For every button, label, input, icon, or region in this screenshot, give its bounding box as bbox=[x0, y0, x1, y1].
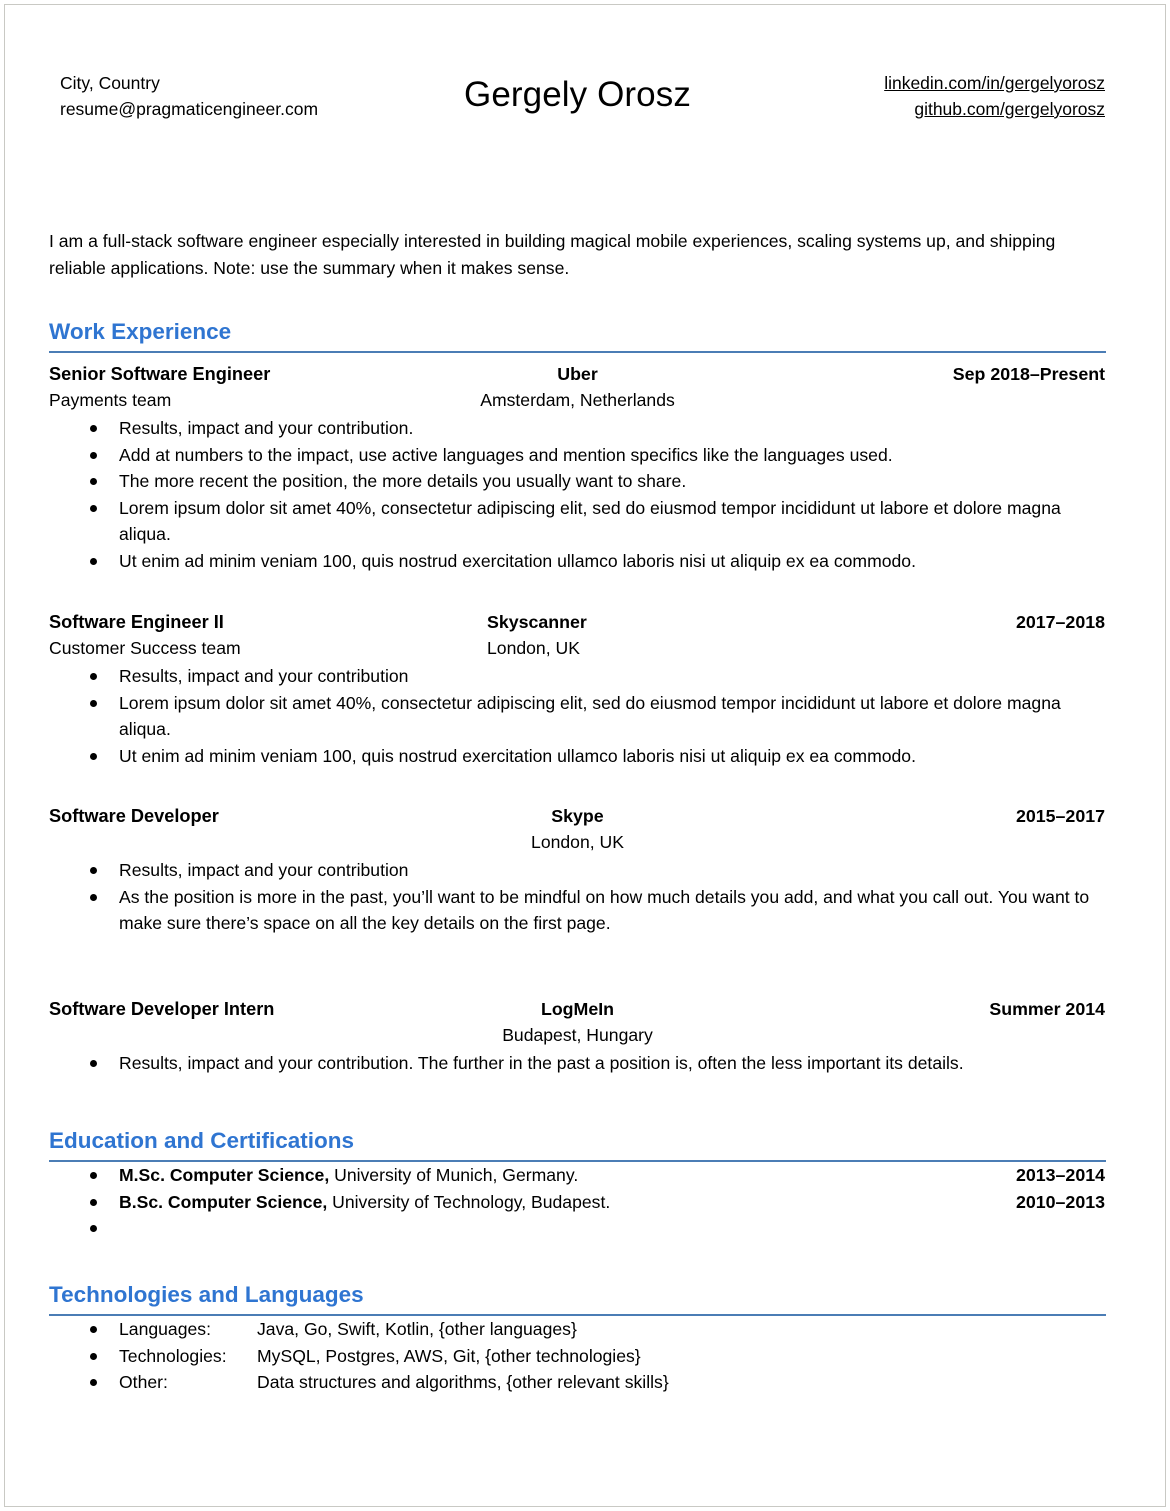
resume-header: City, Country resume@pragmaticengineer.c… bbox=[49, 0, 1106, 152]
bullet-text: Lorem ipsum dolor sit amet 40%, consecte… bbox=[119, 497, 1061, 545]
job-dates: Sep 2018–Present bbox=[952, 364, 1105, 384]
bullet-text: Add at numbers to the impact, use active… bbox=[119, 444, 893, 465]
job-location: London, UK bbox=[531, 832, 624, 852]
bullet-dot-icon bbox=[90, 425, 97, 432]
education-institution: University of Munich, Germany. bbox=[329, 1165, 579, 1185]
bullet-text: Results, impact and your contribution. T… bbox=[119, 1052, 964, 1073]
bullet-dot-icon bbox=[90, 673, 97, 680]
section-title-technologies: Technologies and Languages bbox=[49, 1282, 364, 1307]
list-item: Lorem ipsum dolor sit amet 40%, consecte… bbox=[49, 495, 1106, 548]
job-dates: 2015–2017 bbox=[1015, 806, 1105, 826]
section-title-work: Work Experience bbox=[49, 319, 232, 344]
list-item: Languages: Java, Go, Swift, Kotlin, {othe… bbox=[49, 1316, 1106, 1343]
bullet-dot-icon bbox=[90, 478, 97, 485]
technology-label: Technologies: bbox=[119, 1345, 227, 1366]
list-item: Results, impact and your contribution. bbox=[49, 415, 1106, 442]
technology-value: Data structures and algorithms, {other r… bbox=[257, 1372, 669, 1392]
job-bullet-list: Results, impact and your contribution. A… bbox=[49, 415, 1106, 574]
bullet-text: Results, impact and your contribution bbox=[119, 860, 409, 880]
technology-label: Languages: bbox=[119, 1319, 211, 1339]
bullet-dot-icon bbox=[90, 1379, 97, 1386]
job-location: London, UK bbox=[487, 638, 580, 658]
bullet-dot-icon bbox=[90, 752, 97, 760]
job-company: Skype bbox=[551, 806, 604, 826]
bullet-dot-icon bbox=[90, 893, 97, 901]
job-dates: Summer 2014 bbox=[989, 998, 1105, 1019]
education-degree: M.Sc. Computer Science, bbox=[119, 1165, 330, 1185]
bullet-dot-icon bbox=[90, 504, 97, 512]
summary-paragraph: I am a full-stack software engineer espe… bbox=[49, 231, 1056, 278]
job-subtitle: Customer Success team bbox=[49, 638, 241, 658]
bullet-dot-icon bbox=[90, 1198, 97, 1206]
job-entry: Software Developer Intern LogMeIn Summer… bbox=[49, 999, 1106, 1077]
list-item: The more recent the position, the more d… bbox=[49, 468, 1106, 495]
job-company: Skyscanner bbox=[487, 612, 587, 632]
list-item: M.Sc. Computer Science, University of Mu… bbox=[49, 1162, 1106, 1189]
job-location: Amsterdam, Netherlands bbox=[480, 390, 675, 410]
section-title-education: Education and Certifications bbox=[49, 1128, 355, 1153]
job-dates: 2017–2018 bbox=[1015, 612, 1105, 632]
bullet-text: Results, impact and your contribution. bbox=[119, 418, 414, 438]
bullet-dot-icon bbox=[90, 1172, 97, 1179]
education-degree: B.Sc. Computer Science, bbox=[119, 1191, 328, 1212]
list-item: Add at numbers to the impact, use active… bbox=[49, 442, 1106, 469]
bullet-dot-icon bbox=[90, 557, 97, 565]
technology-label: Other: bbox=[119, 1372, 168, 1392]
contact-block-right: linkedin.com/in/gergelyorosz github.com/… bbox=[884, 70, 1105, 122]
section-technologies: Technologies and Languages Languages: Jav… bbox=[49, 1280, 1106, 1396]
bullet-text: The more recent the position, the more d… bbox=[119, 471, 687, 491]
bullet-text: As the position is more in the past, you… bbox=[119, 886, 1090, 934]
job-company: Uber bbox=[557, 364, 598, 384]
education-dates: 2010–2013 bbox=[1015, 1191, 1105, 1212]
bullet-dot-icon bbox=[90, 1225, 97, 1232]
list-item: As the position is more in the past, you… bbox=[49, 884, 1106, 937]
job-bullet-list: Results, impact and your contribution As… bbox=[49, 857, 1106, 937]
bullet-text: Ut enim ad minim veniam 100, quis nostru… bbox=[119, 745, 916, 766]
job-entry: Senior Software Engineer Uber Sep 2018–P… bbox=[49, 364, 1106, 574]
bullet-dot-icon bbox=[90, 1352, 97, 1360]
list-item: Technologies: MySQL, Postgres, AWS, Git, … bbox=[49, 1343, 1106, 1370]
github-link[interactable]: github.com/gergelyorosz bbox=[884, 96, 1105, 122]
job-bullet-list: Results, impact and your contribution Lo… bbox=[49, 663, 1106, 769]
bullet-dot-icon bbox=[90, 1059, 97, 1067]
section-divider bbox=[49, 351, 1106, 353]
list-item: Ut enim ad minim veniam 100, quis nostru… bbox=[49, 548, 1106, 575]
section-work-experience: Work Experience Senior Software Engineer… bbox=[49, 317, 1106, 1076]
bullet-dot-icon bbox=[90, 1326, 97, 1333]
list-item bbox=[49, 1215, 1106, 1242]
technology-value: Java, Go, Swift, Kotlin, {other language… bbox=[257, 1319, 577, 1339]
job-bullet-list: Results, impact and your contribution. T… bbox=[49, 1050, 1106, 1077]
job-entry: Software Engineer II Skyscanner 2017–201… bbox=[49, 612, 1106, 769]
technology-value: MySQL, Postgres, AWS, Git, {other techno… bbox=[257, 1345, 641, 1366]
bullet-text: Lorem ipsum dolor sit amet 40%, consecte… bbox=[119, 692, 1061, 740]
education-list: M.Sc. Computer Science, University of Mu… bbox=[49, 1162, 1106, 1242]
job-location: Budapest, Hungary bbox=[502, 1024, 653, 1045]
list-item: Lorem ipsum dolor sit amet 40%, consecte… bbox=[49, 690, 1106, 743]
job-entry: Software Developer Skype 2015–2017 Londo… bbox=[49, 806, 1106, 937]
bullet-text: Ut enim ad minim veniam 100, quis nostru… bbox=[119, 550, 916, 571]
technologies-list: Languages: Java, Go, Swift, Kotlin, {othe… bbox=[49, 1316, 1106, 1396]
bullet-dot-icon bbox=[90, 451, 97, 459]
section-education: Education and Certifications M.Sc. Compu… bbox=[49, 1126, 1106, 1242]
education-dates: 2013–2014 bbox=[1015, 1165, 1105, 1185]
education-institution: University of Technology, Budapest. bbox=[327, 1191, 611, 1212]
job-title: Software Engineer II bbox=[49, 612, 224, 632]
job-company: LogMeIn bbox=[540, 998, 615, 1019]
list-item: Results, impact and your contribution bbox=[49, 857, 1106, 884]
list-item: Results, impact and your contribution bbox=[49, 663, 1106, 690]
list-item: Ut enim ad minim veniam 100, quis nostru… bbox=[49, 743, 1106, 770]
bullet-dot-icon bbox=[90, 867, 97, 874]
list-item: Results, impact and your contribution. T… bbox=[49, 1050, 1106, 1077]
bullet-dot-icon bbox=[90, 699, 97, 707]
list-item: B.Sc. Computer Science, University of Te… bbox=[49, 1189, 1106, 1216]
bullet-text: Results, impact and your contribution bbox=[119, 666, 409, 686]
linkedin-link[interactable]: linkedin.com/in/gergelyorosz bbox=[884, 70, 1105, 96]
list-item: Other: Data structures and algorithms, {o… bbox=[49, 1369, 1106, 1396]
resume-page: City, Country resume@pragmaticengineer.c… bbox=[0, 0, 1170, 1511]
